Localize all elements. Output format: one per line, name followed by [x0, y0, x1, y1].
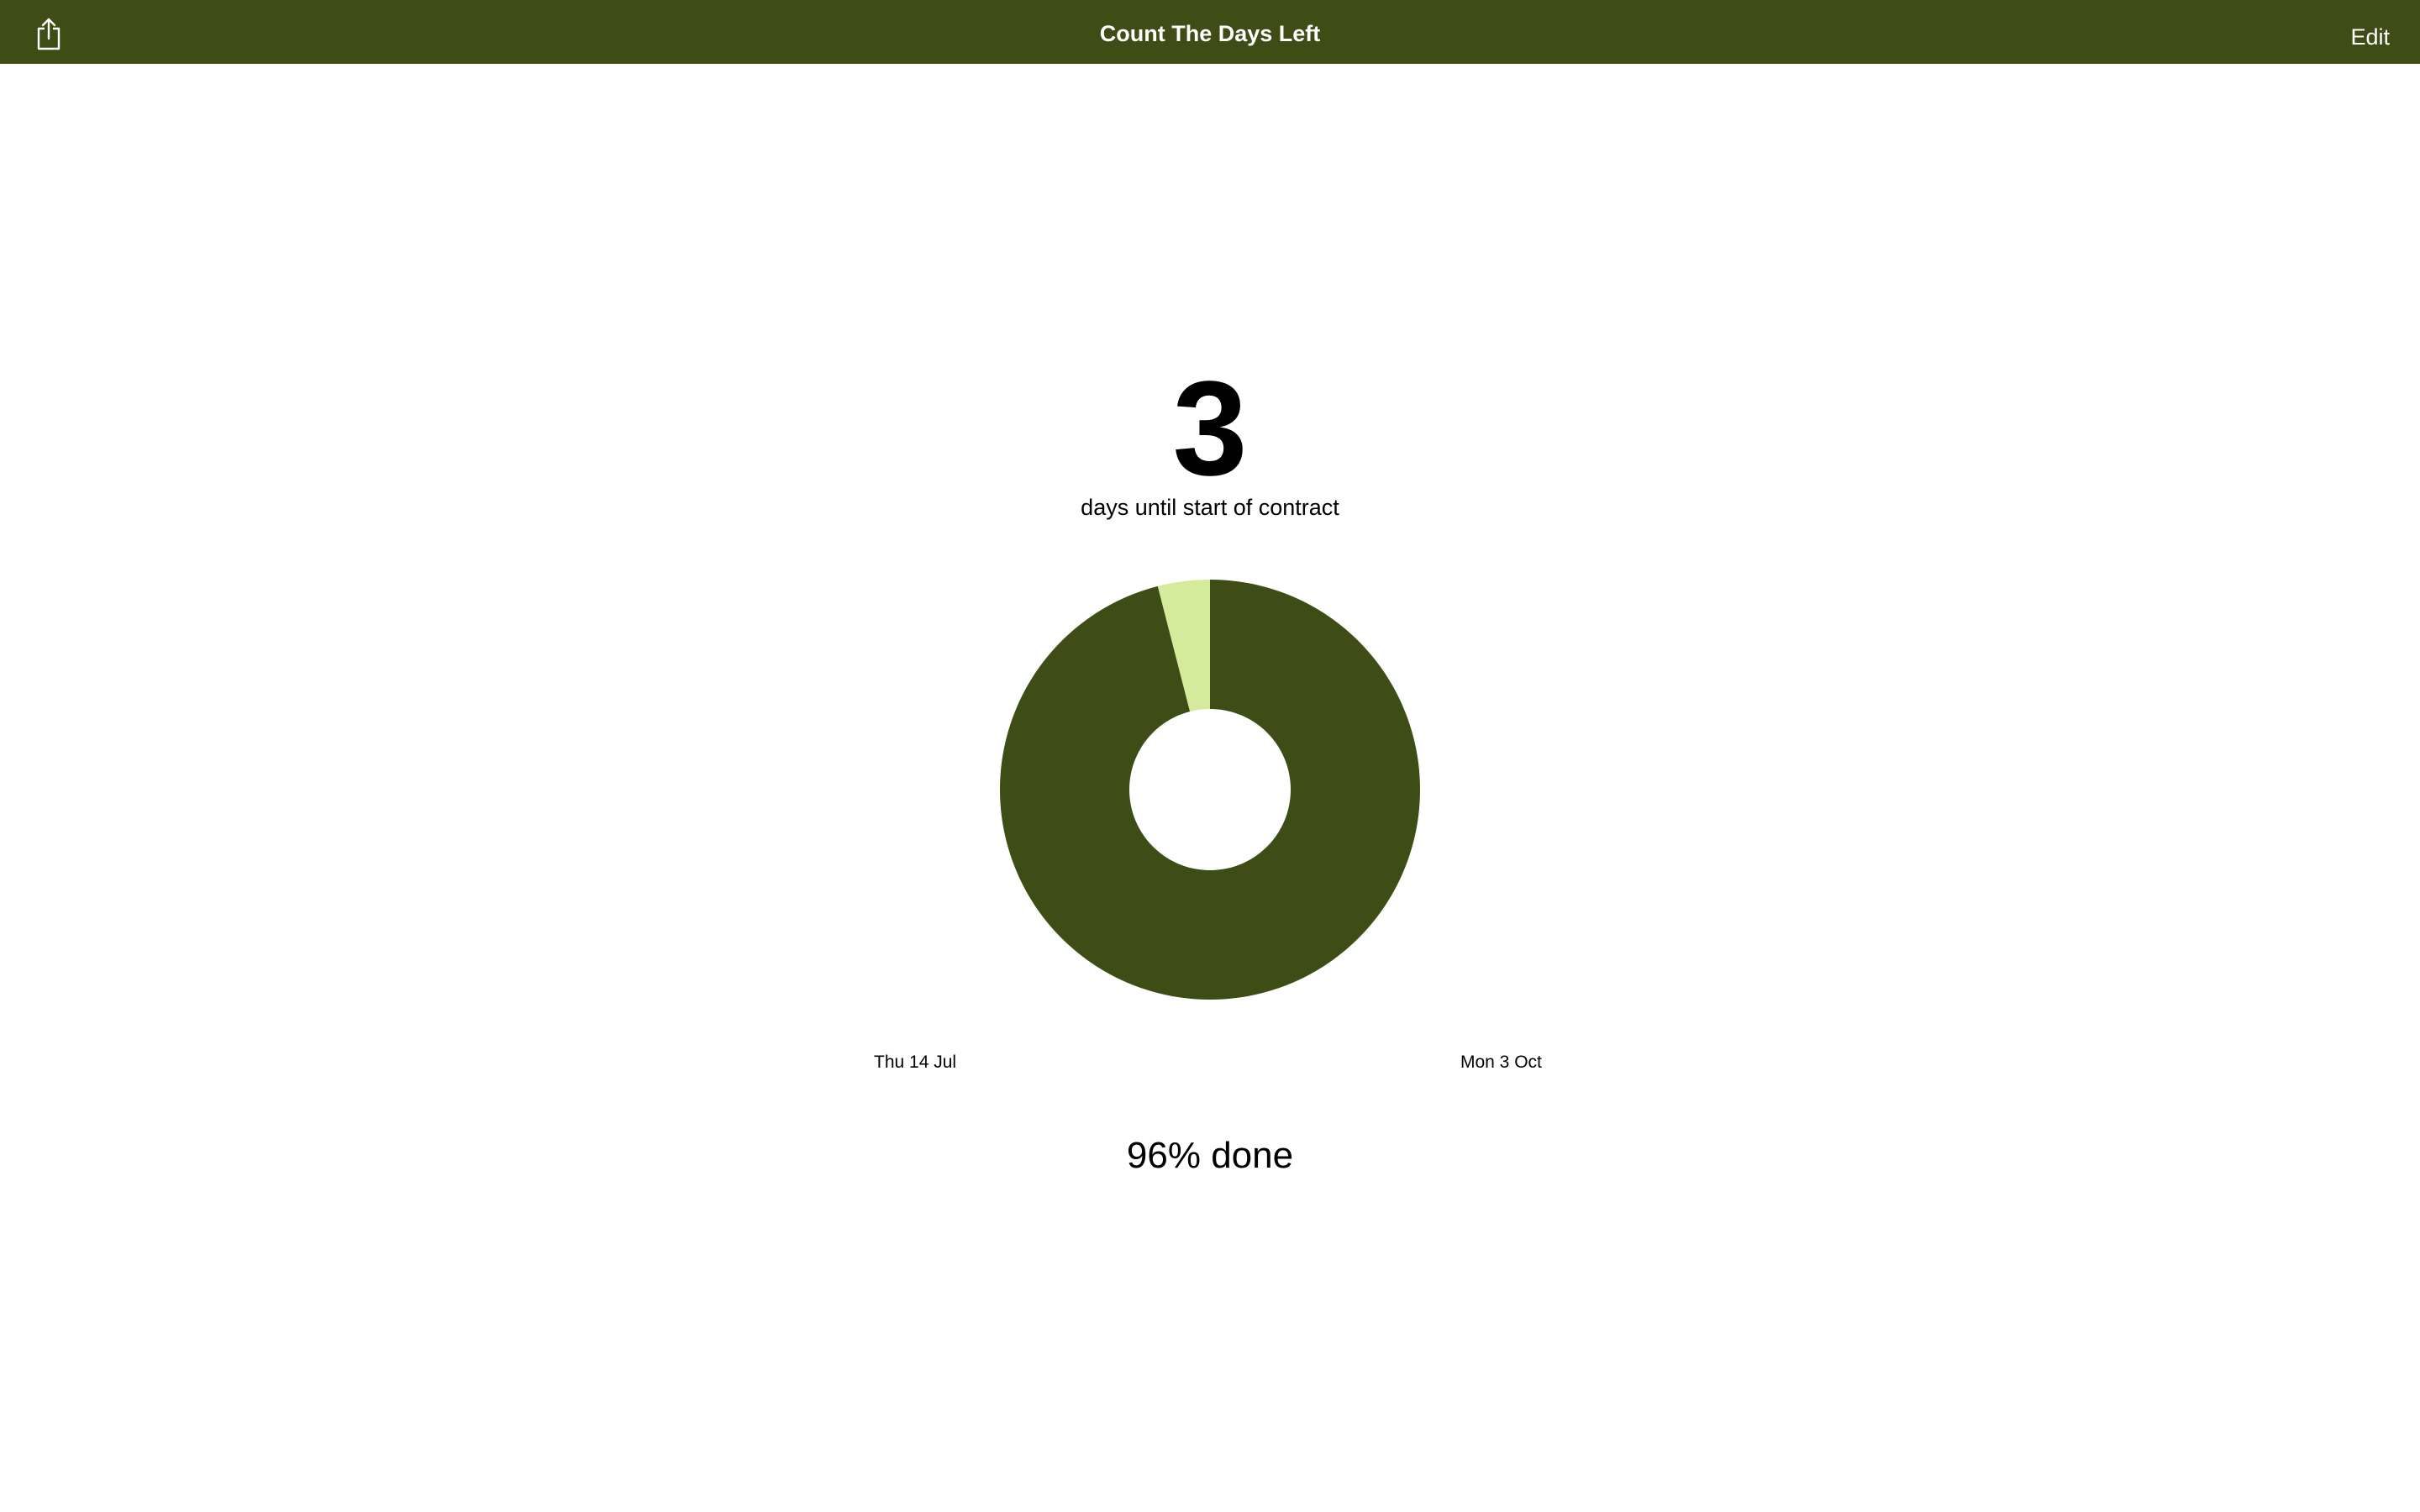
progress-donut-chart	[1000, 580, 1420, 1000]
days-remaining-count: 3	[1172, 353, 1248, 503]
navigation-bar: Count The Days Left Edit	[0, 0, 2420, 64]
share-button[interactable]	[29, 15, 69, 55]
edit-button[interactable]: Edit	[2350, 15, 2390, 55]
progress-percent-label: 96% done	[1126, 1135, 1294, 1176]
share-icon	[35, 17, 62, 55]
donut-hole	[1129, 709, 1291, 870]
app-window: Count The Days Left Edit 3 days until st…	[0, 0, 2420, 1512]
page-title: Count The Days Left	[1099, 21, 1321, 46]
countdown-caption: days until start of contract	[1081, 495, 1339, 520]
end-date-label: Mon 3 Oct	[1460, 1053, 1542, 1072]
start-date-label: Thu 14 Jul	[874, 1053, 957, 1072]
